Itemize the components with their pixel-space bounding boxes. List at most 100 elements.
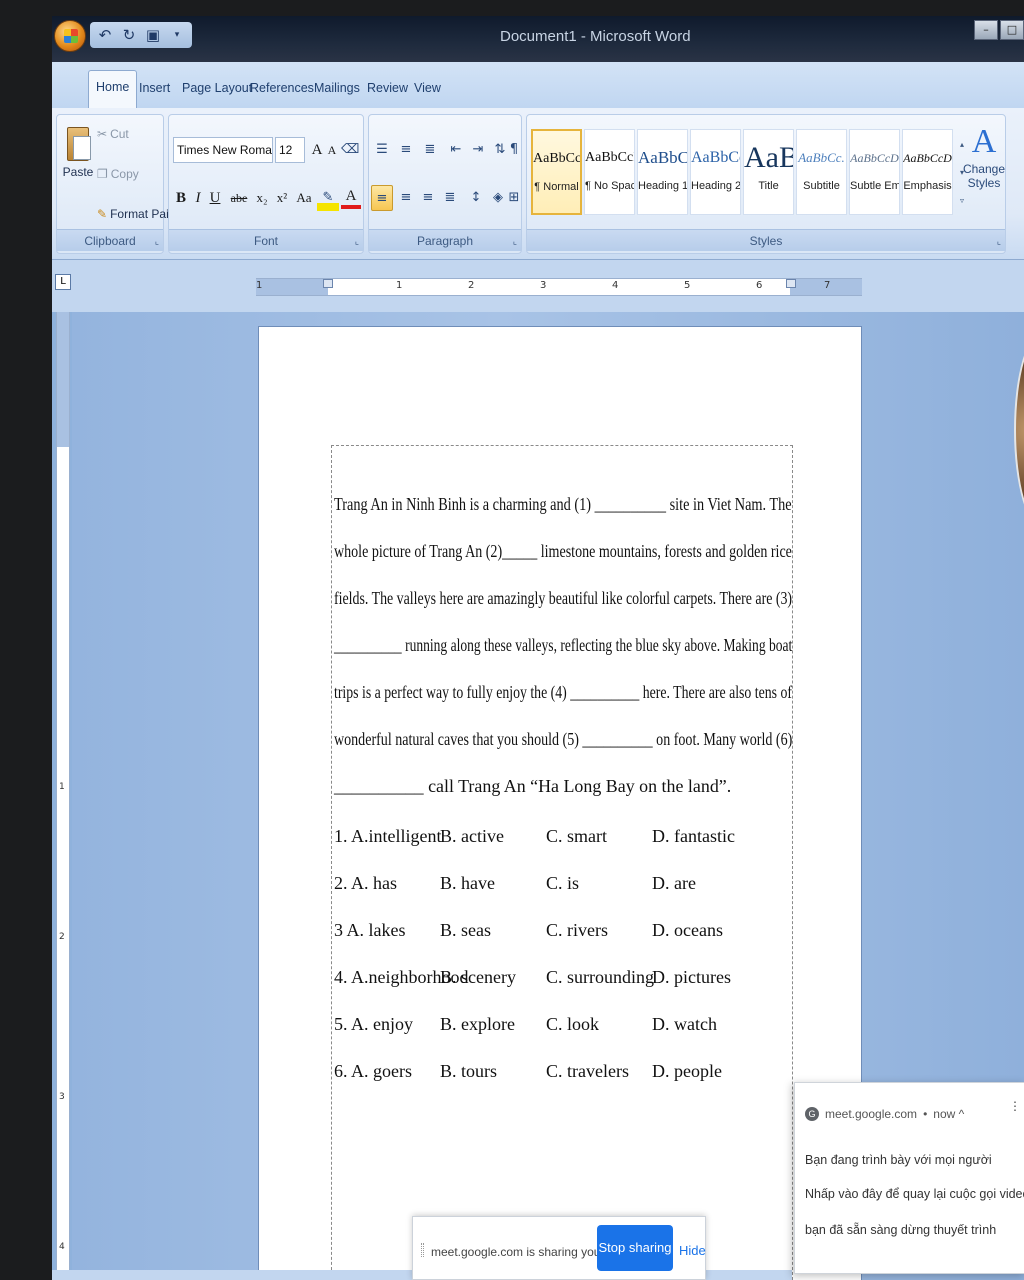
grow-font-button[interactable]: A: [309, 137, 325, 163]
drag-handle-icon[interactable]: [421, 1243, 424, 1257]
show-marks-icon[interactable]: ¶: [505, 137, 523, 163]
line-spacing-icon[interactable]: ↕: [465, 185, 487, 211]
increase-indent-icon[interactable]: ⇥: [467, 137, 489, 163]
style-emphasis[interactable]: AaBbCcD Emphasis: [902, 129, 953, 215]
hide-button[interactable]: Hide: [679, 1243, 706, 1258]
font-group: Times New Roman 12 A A ⌫ B I U abe x₂ x²…: [168, 114, 364, 254]
office-button[interactable]: [54, 20, 86, 52]
tab-insert[interactable]: Insert: [139, 74, 170, 106]
tab-references[interactable]: References: [250, 74, 314, 106]
strikethrough-button[interactable]: abe: [227, 185, 251, 211]
style-no-spaci[interactable]: AaBbCcI ¶ No Spaci...: [584, 129, 635, 215]
numbering-icon[interactable]: ≡: [395, 137, 417, 163]
tab-page-layout[interactable]: Page Layout: [182, 74, 252, 106]
font-name-box[interactable]: Times New Roman: [173, 137, 273, 163]
underline-button[interactable]: U: [207, 185, 223, 211]
answer-option: D. pictures: [652, 967, 731, 987]
stop-sharing-button[interactable]: Stop sharing: [597, 1225, 673, 1271]
answer-option: B. active: [440, 826, 504, 846]
passage-line: __________ call Trang An “Ha Long Bay on…: [334, 776, 732, 796]
style-heading-1[interactable]: AaBbC(Heading 1: [637, 129, 688, 215]
ruler-number: 7: [824, 280, 831, 291]
style-normal[interactable]: AaBbCcI ¶ Normal: [531, 129, 582, 215]
notification-time: now ^: [933, 1107, 965, 1121]
ruler-number: 1: [256, 280, 263, 291]
subscript-button[interactable]: x₂: [253, 185, 271, 211]
horizontal-ruler[interactable]: 1 1 2 3 4 5 6 7: [256, 278, 862, 296]
align-left-icon[interactable]: ≡: [371, 185, 393, 211]
answer-option: B. have: [440, 873, 495, 893]
tab-home[interactable]: Home: [88, 70, 138, 108]
save-icon[interactable]: ▣: [144, 26, 162, 44]
answer-option: D. are: [652, 873, 696, 893]
passage-line: whole picture of Trang An (2)_____ limes…: [334, 541, 792, 561]
ribbon-tabs: Home Insert Page Layout References Maili…: [52, 62, 1024, 108]
notification-body-line: bạn đã sẵn sàng dừng thuyết trình: [805, 1223, 997, 1237]
style-sample: AaBbCcI: [585, 150, 635, 165]
ruler-number: 1: [396, 280, 403, 291]
text-box[interactable]: Trang An in Ninh Binh is a charming and …: [331, 445, 793, 1280]
tab-mailings[interactable]: Mailings: [314, 74, 360, 106]
borders-icon[interactable]: ⊞: [505, 185, 523, 211]
answer-option: C. is: [546, 873, 580, 893]
style-heading-2[interactable]: AaBbCc Heading 2: [690, 129, 741, 215]
redo-icon[interactable]: ↻: [120, 26, 138, 44]
notification-header: G meet.google.com • now ^: [805, 1107, 964, 1121]
change-styles-button[interactable]: A Change Styles: [962, 122, 1006, 190]
highlight-icon[interactable]: ✎: [317, 185, 339, 211]
font-size-box[interactable]: 12: [275, 137, 305, 163]
align-center-icon[interactable]: ≡: [395, 185, 417, 211]
multilevel-list-icon[interactable]: ≣: [419, 137, 441, 163]
paste-button[interactable]: Paste: [61, 121, 95, 217]
answer-option: C. travelers: [546, 1061, 629, 1081]
shrink-font-button[interactable]: A: [325, 137, 339, 163]
answer-option: 6. A. goers: [334, 1061, 412, 1081]
passage-line: __________ running along these valleys, …: [334, 635, 793, 655]
minimize-button[interactable]: –: [974, 20, 998, 40]
paragraph-group: ☰ ≡ ≣ ⇤ ⇥ ⇅ ¶ ≡ ≡ ≡ ≣ ↕ ◈ ⊞ Paragraph ⌞: [368, 114, 522, 254]
style-subtitle[interactable]: AaBbCc. Subtitle: [796, 129, 847, 215]
ruler-number: 4: [59, 1242, 65, 1252]
dialog-launcher-icon[interactable]: ⌞: [997, 237, 1001, 247]
copy-label: Copy: [110, 167, 139, 181]
tab-stop-selector[interactable]: L: [55, 274, 71, 290]
tab-view[interactable]: View: [414, 74, 441, 106]
left-indent-marker[interactable]: [323, 279, 333, 288]
dialog-launcher-icon[interactable]: ⌞: [155, 237, 159, 247]
cut-button[interactable]: ✂ Cut: [97, 127, 129, 141]
answer-option: B. seas: [440, 920, 491, 940]
copy-button[interactable]: ❐ Copy: [97, 167, 139, 181]
vertical-ruler[interactable]: 1 2 3 4: [56, 312, 70, 1280]
font-color-button[interactable]: A: [341, 185, 361, 209]
meet-logo-icon: G: [805, 1107, 819, 1121]
customize-qat-icon[interactable]: ▾: [168, 26, 186, 44]
close-icon[interactable]: ⋮: [1009, 1099, 1021, 1113]
align-right-icon[interactable]: ≡: [417, 185, 439, 211]
bullets-icon[interactable]: ☰: [371, 137, 393, 163]
justify-icon[interactable]: ≣: [439, 185, 461, 211]
window-title: Document1 - Microsoft Word: [500, 28, 691, 45]
style-name: Heading 2: [691, 180, 741, 192]
italic-button[interactable]: I: [191, 185, 205, 211]
meet-notification[interactable]: G meet.google.com • now ^ ⋮ Bạn đang trì…: [794, 1082, 1024, 1274]
dialog-launcher-icon[interactable]: ⌞: [355, 237, 359, 247]
bold-button[interactable]: B: [173, 185, 189, 211]
style-subtle-em[interactable]: AaBbCcD Subtle Em...: [849, 129, 900, 215]
tab-review[interactable]: Review: [367, 74, 408, 106]
undo-icon[interactable]: ↶: [96, 26, 114, 44]
right-indent-marker[interactable]: [786, 279, 796, 288]
clipboard-group-label: Clipboard: [57, 229, 163, 251]
answer-option: 2. A. has: [334, 873, 397, 893]
question-row: 3 A. lakes B. seas C. rivers D. oceans: [334, 920, 794, 946]
document-page[interactable]: Trang An in Ninh Binh is a charming and …: [258, 326, 862, 1280]
clear-formatting-icon[interactable]: ⌫: [341, 137, 359, 163]
change-case-button[interactable]: Aa: [293, 185, 315, 211]
maximize-button[interactable]: □: [1000, 20, 1024, 40]
style-title[interactable]: AaB Title: [743, 129, 794, 215]
styles-group-label: Styles: [527, 229, 1005, 251]
decrease-indent-icon[interactable]: ⇤: [445, 137, 467, 163]
superscript-button[interactable]: x²: [273, 185, 291, 211]
ruler-number: 1: [59, 782, 65, 792]
dialog-launcher-icon[interactable]: ⌞: [513, 237, 517, 247]
ruler-number: 3: [540, 280, 547, 291]
